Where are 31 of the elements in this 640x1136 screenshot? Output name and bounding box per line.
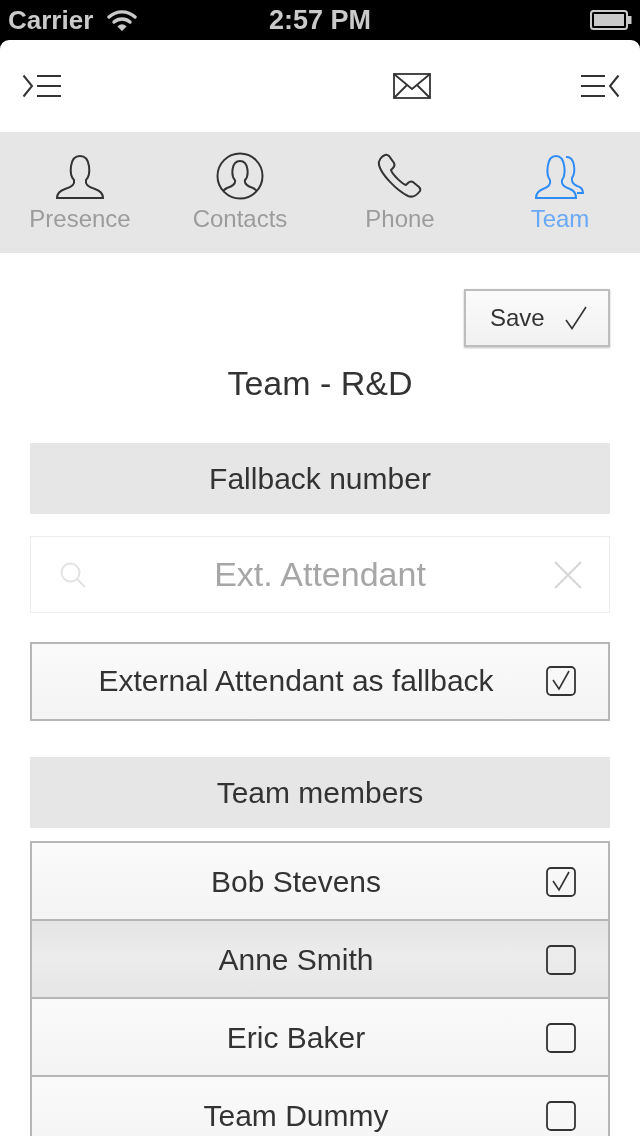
checkbox[interactable] xyxy=(546,867,576,897)
indent-icon[interactable] xyxy=(22,74,62,98)
outdent-icon[interactable] xyxy=(580,74,620,98)
member-name: Anne Smith xyxy=(217,943,375,977)
battery-icon xyxy=(590,10,632,30)
search-icon xyxy=(60,561,86,588)
wifi-icon xyxy=(107,9,138,31)
section-header: Fallback number xyxy=(30,443,610,514)
member-row[interactable]: Team Dummy xyxy=(32,1077,608,1136)
save-button[interactable]: Save xyxy=(464,289,610,347)
clock-time: 2:57 PM xyxy=(268,5,371,35)
carrier-label: Carrier xyxy=(8,5,94,35)
check-icon xyxy=(564,306,587,330)
person-circle-icon xyxy=(215,152,265,200)
checkbox[interactable] xyxy=(546,1101,576,1131)
member-row[interactable]: Eric Baker xyxy=(32,999,608,1077)
member-row[interactable]: Anne Smith xyxy=(32,921,608,999)
person-icon xyxy=(55,152,105,200)
people-icon xyxy=(535,152,585,200)
option-row[interactable]: External Attendant as fallback xyxy=(30,642,610,721)
option-label: External Attendant as fallback xyxy=(97,664,495,698)
page-title: Team - R&D xyxy=(227,363,413,404)
member-row[interactable]: Bob Stevens xyxy=(32,843,608,921)
member-name: Bob Stevens xyxy=(209,865,383,899)
checkbox[interactable] xyxy=(546,945,576,975)
member-name: Team Dummy xyxy=(202,1099,390,1133)
section-header: Team members xyxy=(30,757,610,828)
envelope-icon[interactable] xyxy=(393,73,431,99)
checkbox[interactable] xyxy=(546,666,576,696)
checkbox[interactable] xyxy=(546,1023,576,1053)
member-name: Eric Baker xyxy=(225,1021,367,1055)
